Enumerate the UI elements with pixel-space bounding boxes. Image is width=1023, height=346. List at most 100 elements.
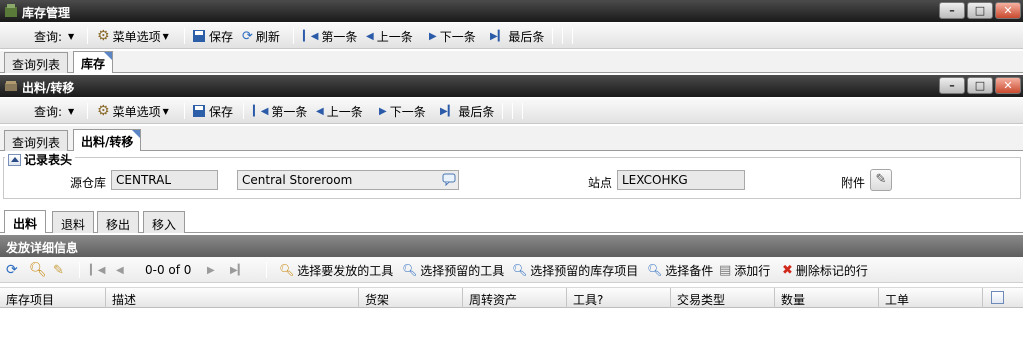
menu-options-button[interactable]: ⚙ 菜单选项 ▼	[97, 28, 169, 44]
tab-return[interactable]: 退料	[52, 211, 95, 233]
site-label: 站点	[588, 176, 613, 190]
gear-icon: ⚙	[97, 103, 110, 119]
long-description-icon[interactable]	[442, 173, 456, 186]
last-page-icon: ▶▎	[230, 264, 246, 276]
last-record-button[interactable]: ▶▎ 最后条	[440, 103, 494, 119]
col-header-item[interactable]: 库存项目	[0, 288, 105, 308]
select-reserved-tools-button[interactable]: 🔍︎ 选择预留的工具	[402, 262, 504, 278]
query-dropdown[interactable]: 查询: ▼	[34, 28, 74, 44]
next-record-icon: ▶	[429, 30, 437, 42]
refresh-button[interactable]: ⟳ 刷新	[242, 28, 280, 44]
query-dropdown[interactable]: 查询: ▼	[34, 103, 74, 119]
outer-tabstrip: 查询列表 库存	[0, 51, 1023, 73]
grid-clear-filter-button[interactable]: ✎	[53, 262, 64, 278]
first-label: 第一条	[321, 29, 358, 44]
grid-prev-page-button[interactable]: ◀	[116, 262, 124, 278]
minimize-button[interactable]: –	[939, 77, 965, 94]
delete-x-icon: ✖	[782, 262, 793, 278]
grid-first-page-button[interactable]: ▎◀	[90, 262, 105, 278]
prev-page-icon: ◀	[116, 264, 124, 276]
prev-label: 上一条	[376, 29, 413, 44]
query-label: 查询:	[34, 29, 63, 44]
outer-window-title: 库存管理	[22, 6, 71, 20]
maximize-button[interactable]: □	[967, 2, 993, 19]
col-header-bin[interactable]: 货架	[358, 288, 462, 308]
select-reserved-items-button[interactable]: 🔍︎ 选择预留的库存项目	[512, 262, 638, 278]
detail-subtabs: 出料 退料 移出 移入	[0, 209, 1023, 233]
inner-toolbar: 查询: ▼ ⚙ 菜单选项 ▼ 保存 ▎◀ 第一条 ◀ 上一条 ▶ 下一条 ▶▎ …	[0, 98, 1023, 124]
next-label: 下一条	[389, 104, 426, 119]
tab-issue[interactable]: 出料	[4, 210, 47, 233]
inner-titlebar: 出料/转移 – □ ✕	[0, 75, 1023, 97]
record-header-legend[interactable]: 记录表头	[5, 151, 76, 168]
close-button[interactable]: ✕	[995, 2, 1021, 19]
col-header-rotating-asset[interactable]: 周转资产	[462, 288, 566, 308]
next-label: 下一条	[439, 29, 476, 44]
last-record-button[interactable]: ▶▎ 最后条	[490, 28, 544, 44]
grid-toolbar: ⟳ 🔍︎ ✎ ▎◀ ◀ 0-0 of 0 ▶ ▶▎ 🔍︎ 选择要发放的工具 🔍︎…	[0, 257, 1023, 283]
save-label: 保存	[209, 29, 234, 44]
chevron-down-icon: ▼	[68, 106, 75, 116]
col-header-quantity[interactable]: 数量	[774, 288, 878, 308]
first-record-button[interactable]: ▎◀ 第一条	[253, 103, 307, 119]
col-header-work-order[interactable]: 工单	[878, 288, 982, 308]
grid-last-page-button[interactable]: ▶▎	[230, 262, 245, 278]
query-label: 查询:	[34, 104, 63, 119]
site-field[interactable]: LEXCOHKG	[617, 170, 745, 190]
col-header-tool[interactable]: 工具?	[566, 288, 670, 308]
chevron-down-icon: ▼	[68, 31, 75, 41]
tab-issue-transfer[interactable]: 出料/转移	[73, 129, 142, 151]
select-all-checkbox[interactable]	[991, 291, 1004, 304]
inner-window-title: 出料/转移	[22, 81, 75, 95]
first-record-button[interactable]: ▎◀ 第一条	[303, 28, 357, 44]
search-icon: 🔍︎	[29, 262, 47, 278]
col-header-description[interactable]: 描述	[105, 288, 358, 308]
select-tools-to-issue-button[interactable]: 🔍︎ 选择要发放的工具	[279, 262, 393, 278]
inner-window-controls: – □ ✕	[939, 77, 1021, 95]
inner-tabstrip: 查询列表 出料/转移	[0, 126, 1023, 151]
next-record-icon: ▶	[379, 105, 387, 117]
save-button[interactable]: 保存	[192, 28, 233, 44]
broom-icon: ✎	[53, 262, 64, 278]
grid-header-row: 库存项目 描述 货架 周转资产 工具? 交易类型 数量 工单	[0, 287, 1023, 308]
delete-marked-rows-button[interactable]: ✖ 删除标记的行	[782, 262, 868, 278]
first-record-icon: ▎◀	[303, 30, 319, 42]
collapse-icon[interactable]	[8, 153, 21, 166]
menu-options-button[interactable]: ⚙ 菜单选项 ▼	[97, 103, 169, 119]
delete-marked-rows-label: 删除标记的行	[795, 263, 868, 278]
menu-options-label: 菜单选项	[112, 29, 161, 44]
save-button[interactable]: 保存	[192, 103, 233, 119]
next-record-button[interactable]: ▶ 下一条	[429, 28, 476, 44]
tab-transfer-in[interactable]: 移入	[143, 211, 186, 233]
grid-next-page-button[interactable]: ▶	[207, 262, 215, 278]
menu-options-label: 菜单选项	[112, 104, 161, 119]
tab-query-list[interactable]: 查询列表	[4, 130, 69, 151]
tab-inventory[interactable]: 库存	[73, 51, 114, 73]
tab-transfer-out[interactable]: 移出	[97, 211, 140, 233]
prev-record-button[interactable]: ◀ 上一条	[316, 103, 363, 119]
select-tools-to-issue-label: 选择要发放的工具	[297, 263, 394, 278]
search-icon: 🔍︎	[279, 263, 295, 277]
gear-icon: ⚙	[97, 28, 110, 44]
source-store-field[interactable]: CENTRAL	[111, 170, 218, 190]
close-button[interactable]: ✕	[995, 77, 1021, 94]
add-row-button[interactable]: ▤ 添加行	[719, 262, 770, 278]
source-store-label: 源仓库	[70, 176, 107, 190]
grid-refresh-button[interactable]: ⟳	[6, 262, 18, 278]
col-header-transaction-type[interactable]: 交易类型	[670, 288, 774, 308]
prev-record-button[interactable]: ◀ 上一条	[366, 28, 413, 44]
paperclip-icon[interactable]: ✎	[870, 169, 892, 191]
tab-query-list[interactable]: 查询列表	[4, 52, 69, 73]
new-row-icon: ▤	[719, 262, 732, 278]
first-record-icon: ▎◀	[253, 105, 269, 117]
last-label: 最后条	[458, 104, 495, 119]
floppy-disk-icon	[193, 105, 205, 117]
search-icon: 🔍︎	[647, 263, 663, 277]
grid-filter-button[interactable]: 🔍︎	[29, 262, 47, 278]
minimize-button[interactable]: –	[939, 2, 965, 19]
select-spare-parts-button[interactable]: 🔍︎ 选择备件	[647, 262, 713, 278]
select-reserved-tools-label: 选择预留的工具	[420, 263, 505, 278]
outer-titlebar: 库存管理 – □ ✕	[0, 0, 1023, 22]
maximize-button[interactable]: □	[967, 77, 993, 94]
next-record-button[interactable]: ▶ 下一条	[379, 103, 426, 119]
